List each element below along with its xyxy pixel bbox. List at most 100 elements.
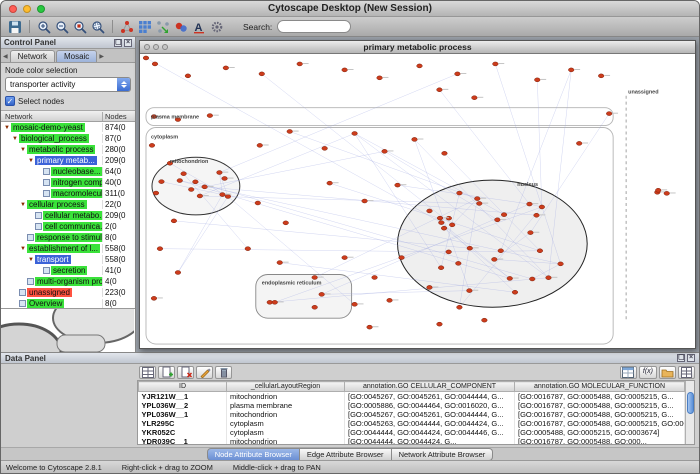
cell-region[interactable]: mitochondrion [227,392,345,402]
network-node[interactable] [372,275,378,279]
function-builder-button[interactable]: f(x) [639,366,657,379]
network-node[interactable] [437,88,443,92]
import-attributes-button[interactable] [659,366,676,379]
tab-mosaic[interactable]: Mosaic [56,50,97,62]
table-scrollbar[interactable] [685,381,695,444]
tree-node-label[interactable]: Overview [27,299,64,308]
network-node[interactable] [472,96,478,100]
column-header[interactable]: _cellularLayoutRegion [227,382,345,392]
frame-minimize-icon[interactable] [153,44,159,50]
network-node[interactable] [217,171,223,175]
tab-edge-attribute-browser[interactable]: Edge Attribute Browser [300,448,392,461]
network-node[interactable] [439,221,445,225]
tree-node-label[interactable]: cell communica... [43,222,102,231]
network-node[interactable] [207,114,213,118]
column-header[interactable]: annotation.GO MOLECULAR_FUNCTION [515,382,685,392]
select-nodes-checkbox[interactable]: ✓ [5,96,15,106]
settings-button[interactable] [209,19,225,35]
tree-node-label[interactable]: cellular process [27,200,87,209]
cell-id[interactable]: YDR039C__1 [139,437,227,445]
annotation-button[interactable]: A [191,19,207,35]
network-node[interactable] [197,194,203,198]
network-node[interactable] [467,246,473,250]
network-node[interactable] [352,302,358,306]
tree-node-label[interactable]: biological_process [19,134,89,143]
tab-scroll-left-icon[interactable]: ◀ [2,53,9,62]
cell-region[interactable]: plasma membrane [227,401,345,410]
network-node[interactable] [222,176,228,180]
network-node[interactable] [322,146,328,150]
delete-attribute-button[interactable] [177,366,194,379]
network-node[interactable] [446,250,452,254]
network-node[interactable] [272,300,278,304]
tree-row[interactable]: ▼mosaic-demo-yeast874(0 [1,122,135,133]
tree-row[interactable]: nitrogen compo...40(0 [1,177,135,188]
network-node[interactable] [457,191,463,195]
new-network-button[interactable] [119,19,135,35]
cell-mf[interactable]: [GO:0016787, GO:0005488, GO:0005215, G..… [515,392,685,402]
network-node[interactable] [342,256,348,260]
tree-node-label[interactable]: mosaic-demo-yeast [11,123,85,132]
cell-cc[interactable]: [GO:0045267, GO:0045261, GO:0044444, G..… [345,392,515,402]
tree-node-label[interactable]: transport [35,255,71,264]
network-node[interactable] [474,197,480,201]
tree-node-label[interactable]: multi-organism pro... [35,277,102,286]
close-window-icon[interactable] [9,5,17,13]
tree-node-label[interactable]: establishment of l... [27,244,100,253]
select-attributes-button[interactable] [139,366,156,379]
cell-id[interactable]: YKR052C [139,428,227,437]
tree-row[interactable]: nucleobase...64(0 [1,166,135,177]
zoom-out-button[interactable] [54,19,70,35]
network-node[interactable] [441,226,447,230]
minimize-window-icon[interactable] [23,5,31,13]
network-node[interactable] [438,266,444,270]
tab-network[interactable]: Network [10,50,55,62]
cell-id[interactable]: YJR121W__1 [139,392,227,402]
expand-triangle-icon[interactable]: ▼ [11,136,19,142]
network-node[interactable] [501,213,507,217]
network-node[interactable] [188,188,194,192]
expand-triangle-icon[interactable]: ▼ [19,202,27,208]
network-node[interactable] [493,62,499,66]
network-node[interactable] [467,289,473,293]
select-nodes-button[interactable] [173,19,189,35]
network-node[interactable] [495,218,501,222]
network-node[interactable] [367,325,373,329]
network-node[interactable] [202,185,208,189]
network-node[interactable] [382,149,388,153]
tree-row[interactable]: Overview8(0 [1,298,135,308]
network-node[interactable] [223,66,229,70]
tree-row[interactable]: ▼cellular process22(0 [1,199,135,210]
cell-mf[interactable]: [GO:0016787, GO:0005488, GO:0005215, GO:… [515,419,685,428]
network-node[interactable] [352,131,358,135]
network-node[interactable] [153,191,159,195]
network-node[interactable] [534,213,540,217]
network-node[interactable] [558,262,564,266]
zoom-window-icon[interactable] [37,5,45,13]
column-header[interactable]: ID [139,382,227,392]
network-node[interactable] [529,277,535,281]
attribute-row[interactable]: YPL036W__1mitochondrion[GO:0045267, GO:0… [139,410,685,419]
cell-mf[interactable]: [GO:0005488, GO:0005215, GO:0003674] [515,428,685,437]
search-input[interactable] [277,20,351,33]
tree-row[interactable]: ▼establishment of l...558(0 [1,243,135,254]
network-node[interactable] [312,305,318,309]
close-panel-icon[interactable]: × [687,354,695,362]
network-node[interactable] [175,271,181,275]
network-node[interactable] [528,231,534,235]
tree-row[interactable]: response to stimul...8(0 [1,232,135,243]
tree-row[interactable]: unassigned223(0 [1,287,135,298]
network-graph[interactable]: plasma membranecytoplasmmitochondrionnuc… [140,54,695,348]
cell-mf[interactable]: [GO:0016787, GO:0005488, GO:000... [515,437,685,445]
float-panel-icon[interactable]: ▢ [114,39,122,47]
network-node[interactable] [442,151,448,155]
network-node[interactable] [327,181,333,185]
column-header[interactable]: annotation.GO CELLULAR_COMPONENT [345,382,515,392]
attribute-row[interactable]: YKR052Ccytoplasm[GO:0044444, GO:0044424,… [139,428,685,437]
network-node[interactable] [181,172,187,176]
network-node[interactable] [427,209,433,213]
network-node[interactable] [255,201,261,205]
network-node[interactable] [456,261,462,265]
network-node[interactable] [498,249,504,253]
attribute-row[interactable]: YJR121W__1mitochondrion[GO:0045267, GO:0… [139,392,685,402]
